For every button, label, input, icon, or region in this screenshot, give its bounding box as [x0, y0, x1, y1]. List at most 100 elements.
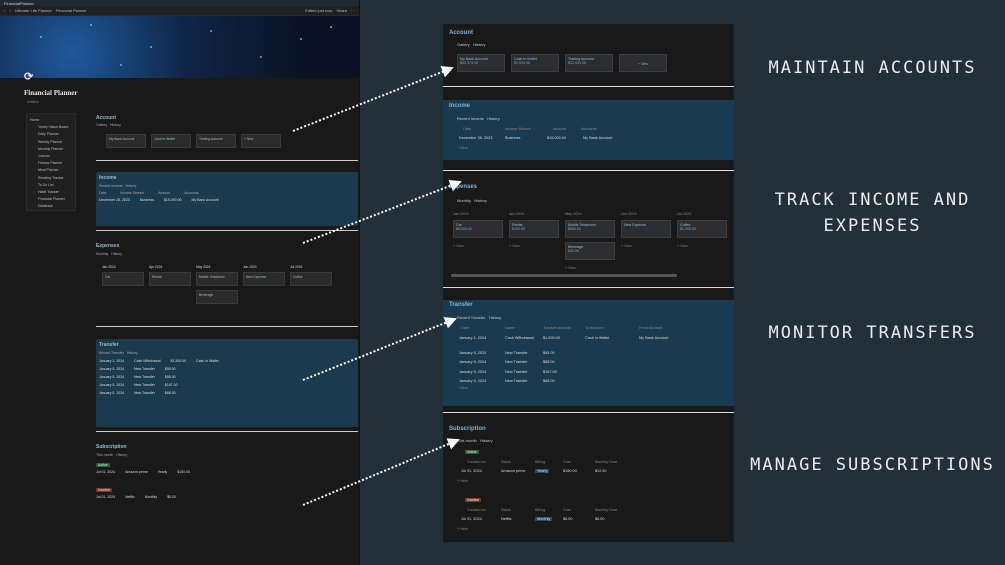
expense-card[interactable]: Beverage	[196, 290, 238, 304]
sidebar-item[interactable]: Weekly Planner	[30, 139, 72, 146]
account-card[interactable]: My Bank Account	[106, 134, 146, 148]
sidebar-item[interactable]: Financial Planner	[30, 196, 72, 203]
expense-name: New Expense	[246, 275, 267, 279]
table-row[interactable]: January 5, 2024 New Transfer $88.00	[99, 375, 355, 383]
cell: New Transfer	[134, 383, 155, 387]
account-name: Trading Account	[199, 137, 223, 141]
new-account-card[interactable]: + New	[241, 134, 281, 148]
account-card[interactable]: My Bank Account $33,373.00	[457, 54, 505, 72]
col-header: Name	[501, 460, 512, 464]
sidebar-item[interactable]: Yearly Vision Board	[30, 124, 72, 131]
account-card[interactable]: Trading Account	[196, 134, 236, 148]
tab-history[interactable]: History	[116, 453, 127, 457]
tab-history[interactable]: History	[110, 123, 121, 127]
col-header: Income Stream	[505, 127, 531, 131]
sidebar-item[interactable]: Journal	[30, 153, 72, 160]
expense-card[interactable]: Car $5,000.00	[453, 220, 503, 238]
tab-recent-transfer[interactable]: Recent Transfer	[457, 315, 485, 320]
sidebar-item[interactable]: To Do List	[30, 182, 72, 189]
expense-card[interactable]: Rental $100.00	[509, 220, 559, 238]
sidebar-item[interactable]: Meal Planner	[30, 167, 72, 174]
cell: December 28, 2023	[99, 198, 130, 202]
tab-this-month[interactable]: This month	[96, 453, 113, 457]
expense-card[interactable]: New Expense	[621, 220, 671, 238]
account-card[interactable]: Trading Account $12,000.00	[565, 54, 613, 72]
table-row[interactable]: January 1, 2024 Cash Withdrawal $1,500.00 C…	[99, 359, 355, 367]
sidebar-item[interactable]: Reading Tracker	[30, 175, 72, 182]
breadcrumb[interactable]: Ultimate Life Planner	[15, 8, 52, 13]
cell: $15,000.00	[163, 198, 182, 202]
new-account-card[interactable]: + New	[619, 54, 667, 72]
new-card-button[interactable]: + New	[509, 244, 520, 248]
tab-gallery[interactable]: Gallery	[457, 42, 470, 47]
expense-card[interactable]: Mobile Telephone	[196, 272, 238, 286]
account-card[interactable]: Cash in Wallet	[151, 134, 191, 148]
expense-card[interactable]: Car	[102, 272, 144, 286]
more-icon[interactable]: ⋯	[351, 8, 355, 13]
cell: January 5, 2024	[99, 367, 125, 371]
table-row[interactable]: Jul 01, 2024 Netflix Monthly $5.00	[96, 495, 358, 499]
tab-history[interactable]: History	[474, 198, 486, 203]
table-row[interactable]: December 28, 2023 Business $15,000.00 My Ba…	[99, 198, 355, 202]
sidebar-item[interactable]: Home	[30, 117, 72, 124]
expense-card[interactable]: Coffee $1,000.00	[677, 220, 727, 238]
tab-history[interactable]: History	[127, 351, 138, 355]
sidebar-item[interactable]: Fitness Planner	[30, 160, 72, 167]
sidebar-item[interactable]: Database	[30, 203, 72, 210]
new-card-button[interactable]: + New	[453, 244, 464, 248]
table-row[interactable]: January 5, 2024 New Transfer $95.00	[99, 367, 355, 375]
expense-card[interactable]: Coffee	[290, 272, 332, 286]
tab-history[interactable]: History	[473, 42, 485, 47]
app-window: FinancialPlanner ‹ › Ultimate Life Plann…	[0, 0, 360, 565]
share-button[interactable]: Share	[336, 8, 347, 13]
expense-card[interactable]: Rental	[149, 272, 191, 286]
tab-recent-income[interactable]: Recent Income	[99, 184, 123, 188]
col-header: Name	[505, 326, 516, 330]
cell: Business	[139, 198, 154, 202]
tab-history[interactable]: History	[487, 116, 499, 121]
new-card-button[interactable]: + New	[621, 244, 632, 248]
cell: Jul 01, 2024	[96, 470, 116, 474]
new-row-button[interactable]: + New	[457, 527, 468, 531]
expenses-section: Expenses Monthly History	[96, 243, 358, 256]
breadcrumb-page[interactable]: Financial Planner	[56, 8, 87, 13]
new-row-button[interactable]: + New	[457, 479, 468, 483]
expense-value: $500.00	[568, 227, 581, 231]
tab-gallery[interactable]: Gallery	[96, 123, 107, 127]
tab-recent-transfer[interactable]: Recent Transfer	[99, 351, 124, 355]
tab-monthly[interactable]: Monthly	[96, 252, 108, 256]
cell: Jul 01, 2024	[96, 495, 116, 499]
cell: January 1, 2024	[99, 359, 125, 363]
sidebar-item[interactable]: Habit Tracker	[30, 189, 72, 196]
sidebar-item[interactable]: Monthly Planner	[30, 146, 72, 153]
expense-card[interactable]: Beverage $40.00	[565, 242, 615, 260]
month-header: Jun 2024	[621, 212, 637, 216]
month-header: May 2024	[565, 212, 582, 216]
account-card[interactable]: Cash in Wallet $1,000.00	[511, 54, 559, 72]
tab-history[interactable]: History	[125, 184, 136, 188]
month-header: Jul 2024	[677, 212, 692, 216]
tab-history[interactable]: History	[489, 315, 501, 320]
new-row-button[interactable]: + New	[457, 386, 468, 390]
cell: New Transfer	[505, 369, 528, 374]
sidebar-item[interactable]: Daily Planner	[30, 131, 72, 138]
account-value: $33,373.00	[460, 61, 478, 65]
horizontal-scrollbar[interactable]	[451, 274, 677, 277]
table-row[interactable]: January 5, 2024 New Transfer $167.00	[99, 383, 355, 391]
divider	[443, 86, 734, 87]
new-card-button[interactable]: + New	[677, 244, 688, 248]
table-row[interactable]: Jul 01, 2024 Amazon prime Yearly $150.00	[96, 470, 358, 474]
tab-history[interactable]: History	[480, 438, 492, 443]
tab-history[interactable]: History	[111, 252, 122, 256]
accounts-heading: Account	[96, 115, 116, 121]
tab-monthly[interactable]: Monthly	[457, 198, 471, 203]
table-row[interactable]: January 5, 2024 New Transfer $66.00	[99, 391, 355, 399]
new-row-button[interactable]: + New	[457, 146, 468, 150]
back-icon[interactable]: ‹	[4, 8, 5, 13]
expense-card[interactable]: New Expense	[243, 272, 285, 286]
tab-recent-income[interactable]: Recent Income	[457, 116, 484, 121]
expense-card[interactable]: Mobile Telephone $500.00	[565, 220, 615, 238]
forward-icon[interactable]: ›	[9, 8, 10, 13]
tab-this-month[interactable]: This month	[457, 438, 477, 443]
new-card-button[interactable]: + New	[565, 266, 576, 270]
